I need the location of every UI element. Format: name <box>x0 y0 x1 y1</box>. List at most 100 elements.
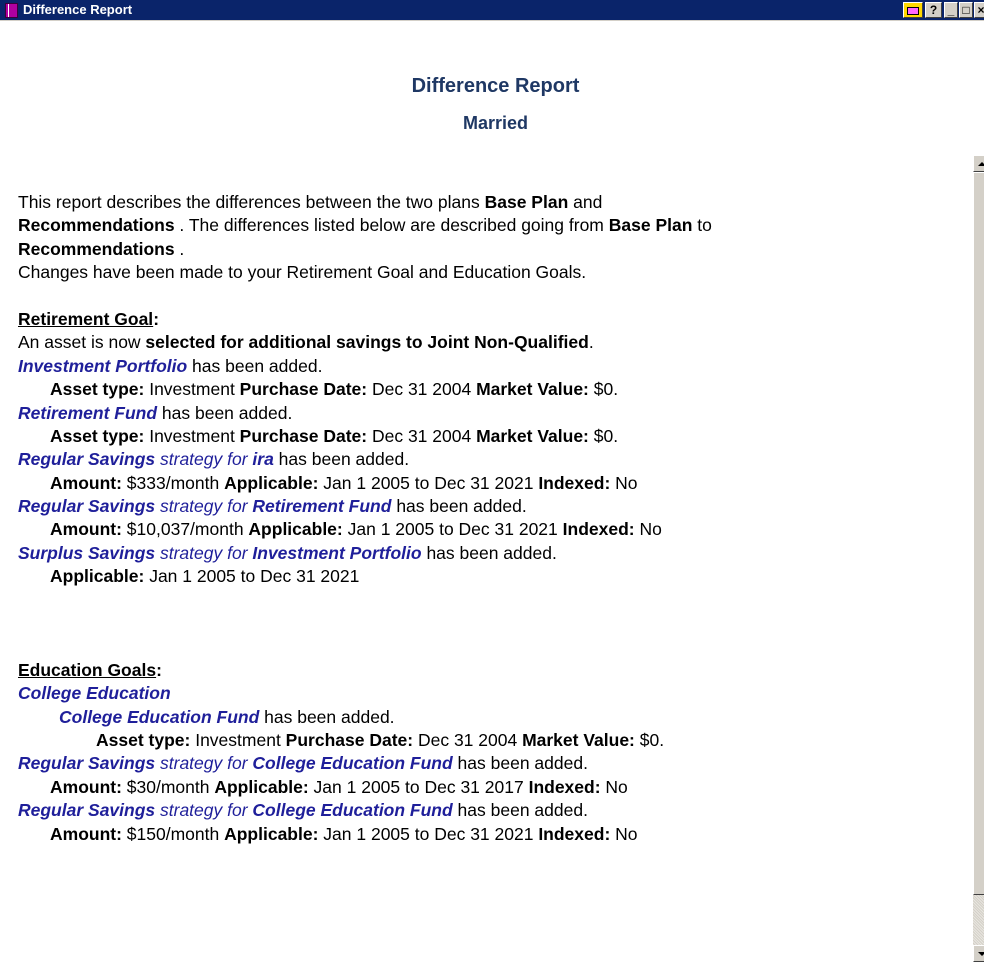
strategy-details: Amount: $150/month Applicable: Jan 1 200… <box>18 823 973 846</box>
strategy-name: Regular Savings <box>18 753 156 774</box>
value: Investment <box>144 379 240 400</box>
text: strategy for <box>155 542 253 563</box>
label: Purchase Date: <box>285 730 414 750</box>
label: Indexed: <box>562 519 635 540</box>
text: has been added. <box>187 355 323 376</box>
label: Applicable: <box>248 519 343 540</box>
value: Investment <box>144 425 240 446</box>
asset-name: Retirement Fund <box>252 496 392 517</box>
label: Amount: <box>50 776 122 797</box>
open-folder-button[interactable] <box>903 2 923 18</box>
title-bar[interactable]: Difference Report ? _ □ × <box>0 0 984 21</box>
plan-name: Base Plan <box>608 215 693 236</box>
asset-name: College Education Fund <box>252 753 453 774</box>
value: Dec 31 2004 <box>367 425 477 446</box>
close-button[interactable]: × <box>974 2 984 18</box>
asset-name: Investment Portfolio <box>18 355 188 376</box>
label: Indexed: <box>528 776 601 797</box>
label: Amount: <box>50 519 122 540</box>
value: $333/month <box>121 472 225 493</box>
label: Market Value: <box>522 730 635 750</box>
list-item: Regular Savings strategy for College Edu… <box>18 752 973 775</box>
difference-report-window: Difference Report ? _ □ × Difference Rep… <box>0 0 984 962</box>
help-button[interactable]: ? <box>925 2 942 18</box>
intro-line-2: Recommendations . The differences listed… <box>18 214 973 237</box>
list-item: Regular Savings strategy for College Edu… <box>18 799 973 822</box>
text: has been added. <box>452 800 588 821</box>
label: Purchase Date: <box>239 425 368 446</box>
label: Applicable: <box>224 472 319 493</box>
plan-name: Recommendations <box>18 238 175 259</box>
text: strategy for <box>155 449 253 470</box>
report-content: Difference Report Married This report de… <box>18 20 973 962</box>
label: Market Value: <box>476 379 589 400</box>
text: has been added. <box>157 402 293 423</box>
label: Asset type: <box>50 425 145 446</box>
goal-name: College Education <box>18 683 171 704</box>
value: Jan 1 2005 to Dec 31 2021 <box>144 566 360 587</box>
text: has been added. <box>452 753 588 774</box>
label: Asset type: <box>96 730 191 750</box>
intro-text: . <box>174 238 185 259</box>
value: $150/month <box>121 823 225 844</box>
list-item: Regular Savings strategy for ira has bee… <box>18 448 973 471</box>
label: Amount: <box>50 823 122 844</box>
value: $10,037/month <box>121 519 249 540</box>
vertical-scrollbar[interactable] <box>973 155 984 962</box>
minimize-button[interactable]: _ <box>944 2 958 18</box>
text: strategy for <box>155 800 253 821</box>
intro-text: to <box>692 215 712 236</box>
text: An asset is now <box>18 332 146 353</box>
list-item: College Education Fund has been added. <box>18 706 973 729</box>
value: Jan 1 2005 to Dec 31 2017 <box>308 776 529 797</box>
label: Market Value: <box>476 425 589 446</box>
label: Applicable: <box>214 776 309 797</box>
intro-line-1: This report describes the differences be… <box>18 191 973 214</box>
window-title: Difference Report <box>23 2 133 17</box>
value: $30/month <box>121 776 215 797</box>
plan-name: Recommendations <box>18 215 175 236</box>
strategy-details: Amount: $10,037/month Applicable: Jan 1 … <box>18 518 973 541</box>
asset-details: Asset type: Investment Purchase Date: De… <box>18 378 973 401</box>
value: $0. <box>588 379 619 400</box>
section-heading: Retirement Goal <box>18 308 154 329</box>
maximize-button[interactable]: □ <box>959 2 973 18</box>
plan-name: Base Plan <box>484 192 569 212</box>
retirement-heading: Retirement Goal: <box>18 308 973 331</box>
text: has been added. <box>259 706 395 727</box>
asset-name: College Education Fund <box>59 706 260 727</box>
value: Dec 31 2004 <box>413 730 523 750</box>
intro-text: This report describes the differences be… <box>18 192 485 212</box>
value: $0. <box>634 730 665 750</box>
strategy-details: Amount: $30/month Applicable: Jan 1 2005… <box>18 776 973 799</box>
label: Amount: <box>50 472 122 493</box>
scroll-down-arrow-icon[interactable] <box>973 945 984 962</box>
label: Applicable: <box>224 823 319 844</box>
strategy-name: Regular Savings <box>18 449 156 470</box>
asset-name: Retirement Fund <box>18 402 158 423</box>
scroll-thumb[interactable] <box>973 172 984 895</box>
report-body: This report describes the differences be… <box>18 191 973 846</box>
heading-colon: : <box>156 659 162 680</box>
text: strategy for <box>155 753 253 774</box>
value: Investment <box>190 730 286 750</box>
text: has been added. <box>273 449 410 470</box>
value: No <box>610 823 638 844</box>
folder-icon <box>907 7 919 15</box>
report-title: Difference Report <box>411 75 580 97</box>
text: strategy for <box>155 496 253 517</box>
text-bold: selected for additional savings to Joint… <box>145 332 589 353</box>
value: No <box>600 776 628 797</box>
education-heading: Education Goals: <box>18 659 973 682</box>
label: Indexed: <box>538 823 611 844</box>
value: $0. <box>588 425 619 446</box>
scroll-up-arrow-icon[interactable] <box>973 155 984 172</box>
list-item: Retirement Fund has been added. <box>18 402 973 425</box>
value: Dec 31 2004 <box>367 379 477 400</box>
asset-selected-line: An asset is now selected for additional … <box>18 331 973 354</box>
list-item: Regular Savings strategy for Retirement … <box>18 495 973 518</box>
asset-details: Asset type: Investment Purchase Date: De… <box>18 425 973 448</box>
text: has been added. <box>421 542 557 563</box>
